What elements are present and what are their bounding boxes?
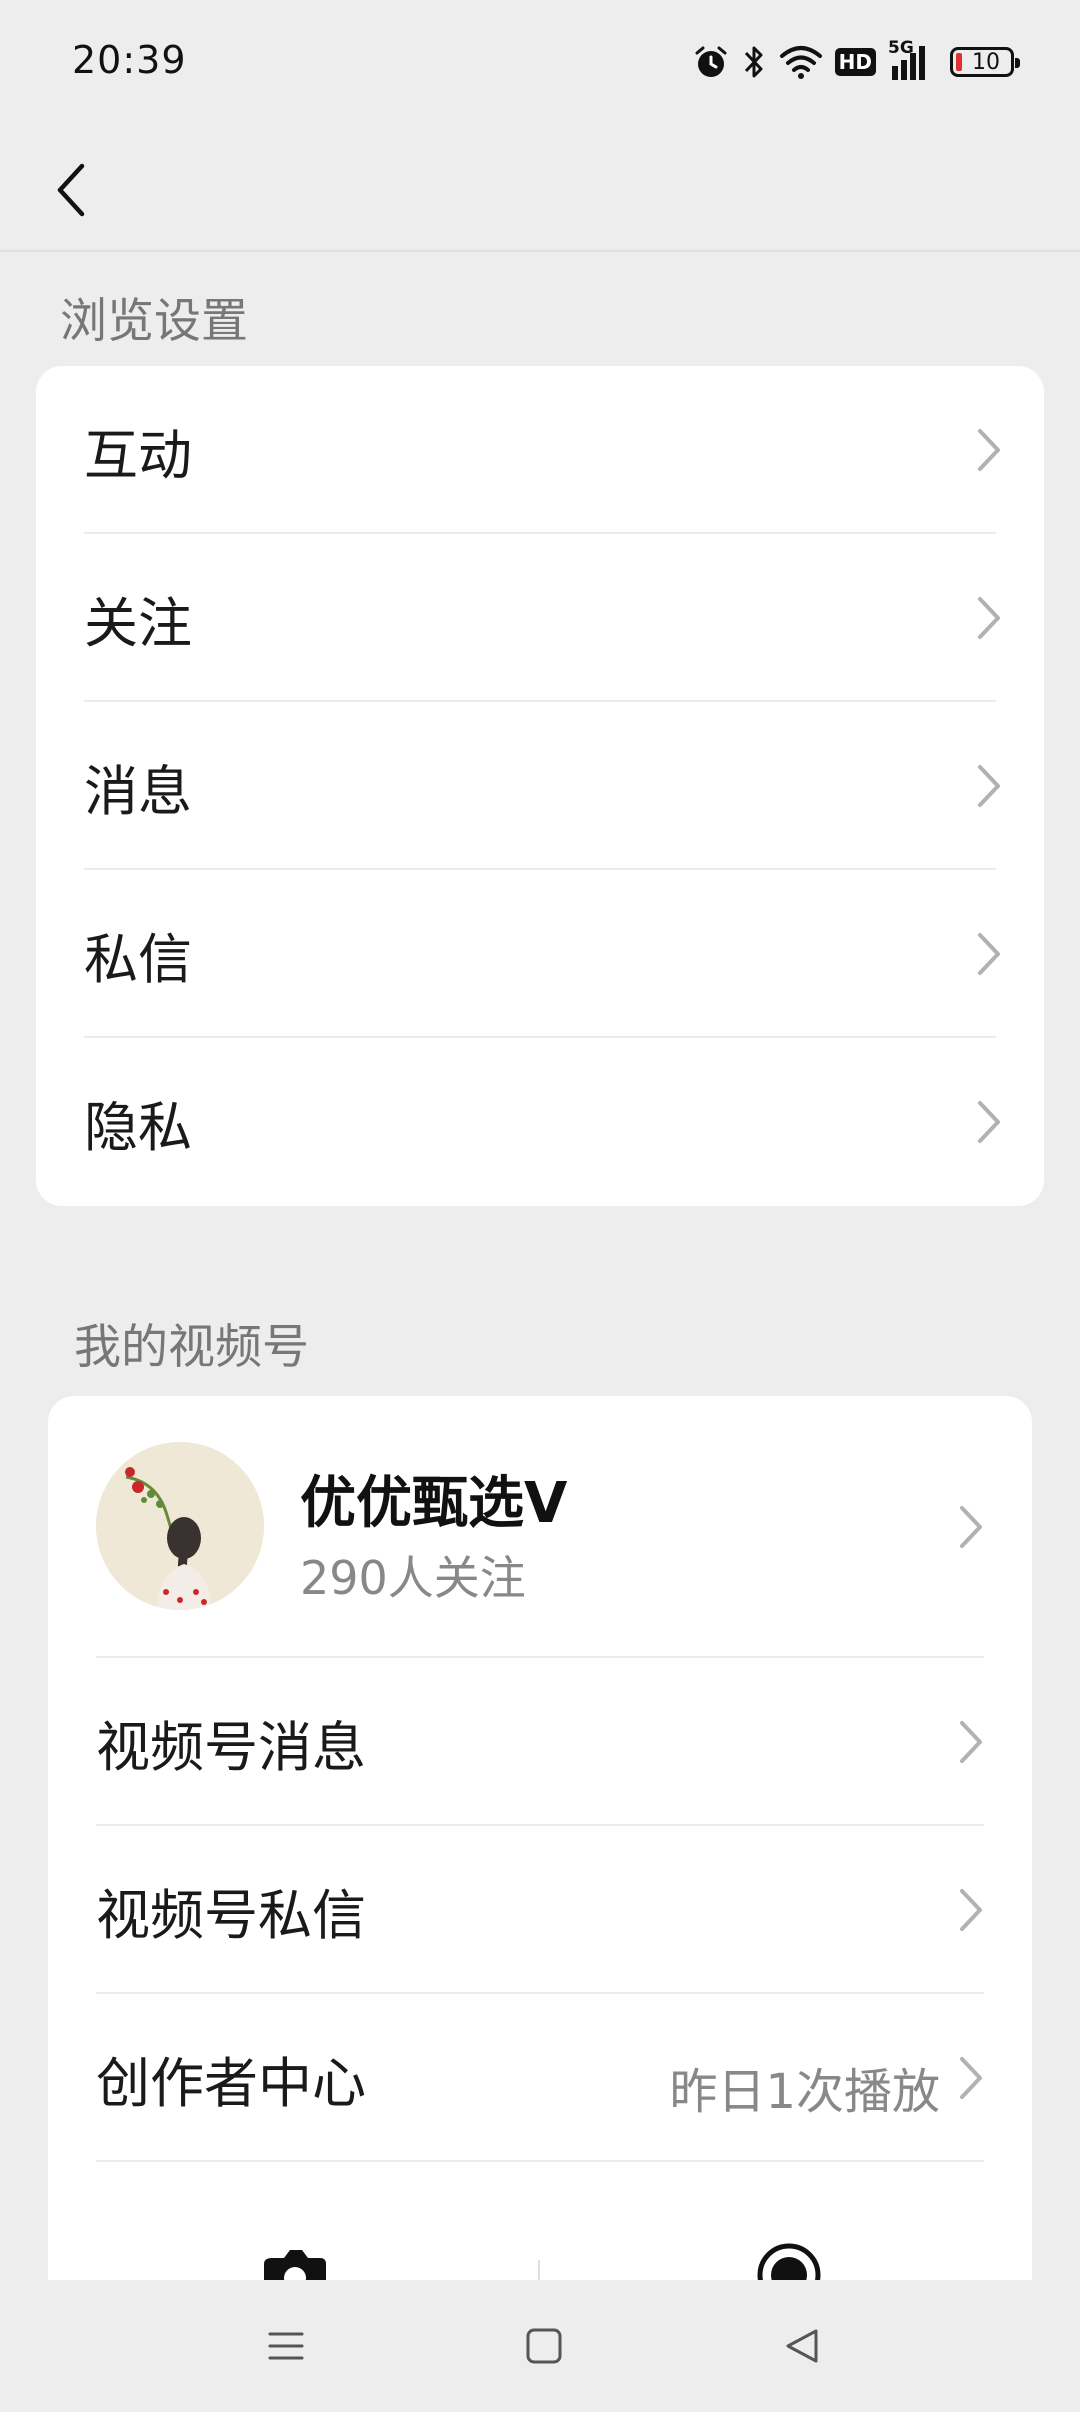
network-label: 5G	[888, 38, 914, 58]
chevron-right-icon	[978, 765, 1000, 807]
channel-followers: 290人关注	[300, 1551, 526, 1605]
channel-profile-row[interactable]: 优优甄选V 290人关注	[48, 1396, 1032, 1658]
back-triangle-icon	[786, 2329, 818, 2363]
channel-item-messages[interactable]: 视频号消息	[48, 1658, 1032, 1826]
section-title-browse: 浏览设置	[60, 294, 248, 349]
nav-bar	[0, 124, 1080, 252]
chevron-left-icon	[57, 163, 85, 217]
system-back-button[interactable]	[766, 2310, 838, 2382]
back-button[interactable]	[30, 150, 110, 230]
menu-icon	[268, 2332, 304, 2360]
section-title-channels: 我的视频号	[74, 1320, 309, 1375]
settings-item-label: 关注	[84, 591, 192, 655]
channel-item-label: 创作者中心	[96, 2051, 366, 2115]
creator-center-stats: 昨日1次播放	[669, 2064, 940, 2120]
chevron-right-icon	[978, 933, 1000, 975]
home-button[interactable]	[508, 2310, 580, 2382]
channel-item-creator-center[interactable]: 创作者中心 昨日1次播放	[48, 1994, 1032, 2162]
settings-item-follow[interactable]: 关注	[36, 534, 1044, 702]
chevron-right-icon	[960, 2057, 982, 2099]
status-icons: HD 5G 10	[693, 38, 1020, 86]
settings-item-label: 私信	[84, 927, 192, 991]
chevron-right-icon	[978, 597, 1000, 639]
channel-item-label: 视频号私信	[96, 1883, 366, 1947]
browse-settings-card: 互动 关注 消息 私信 隐私	[36, 366, 1044, 1206]
settings-item-label: 隐私	[84, 1095, 192, 1159]
alarm-icon	[693, 44, 729, 80]
menu-button[interactable]	[250, 2310, 322, 2382]
status-time: 20:39	[72, 38, 187, 82]
chevron-right-icon	[978, 1101, 1000, 1143]
battery-icon: 10	[950, 47, 1020, 77]
chevron-right-icon	[960, 1506, 982, 1548]
settings-item-privacy[interactable]: 隐私	[36, 1038, 1044, 1206]
chevron-right-icon	[960, 1721, 982, 1763]
channels-card: 优优甄选V 290人关注 视频号消息 视频号私信 创作者中心 昨日1次播放	[48, 1396, 1032, 2296]
avatar	[96, 1442, 264, 1610]
settings-item-interaction[interactable]: 互动	[36, 366, 1044, 534]
camera-button[interactable]	[260, 2244, 330, 2280]
home-icon	[526, 2328, 562, 2364]
chevron-right-icon	[960, 1889, 982, 1931]
hd-icon: HD	[834, 48, 876, 76]
record-icon	[757, 2243, 821, 2280]
channel-name: 优优甄选V	[300, 1471, 568, 1536]
settings-item-label: 互动	[84, 423, 192, 487]
wifi-icon	[779, 44, 823, 80]
settings-item-messages[interactable]: 消息	[36, 702, 1044, 870]
record-button[interactable]	[754, 2240, 824, 2280]
settings-item-label: 消息	[84, 759, 192, 823]
camera-icon	[264, 2250, 326, 2280]
signal-5g-icon: 5G	[888, 38, 938, 80]
channel-actions	[48, 2174, 1032, 2280]
settings-item-direct-messages[interactable]: 私信	[36, 870, 1044, 1038]
battery-level: 10	[972, 49, 1000, 75]
channel-item-label: 视频号消息	[96, 1715, 366, 1779]
system-navigation-bar	[0, 2280, 1080, 2412]
bluetooth-icon	[741, 43, 767, 81]
channel-item-direct-messages[interactable]: 视频号私信	[48, 1826, 1032, 1994]
status-bar: 20:39 HD 5G 10	[0, 0, 1080, 124]
chevron-right-icon	[978, 429, 1000, 471]
